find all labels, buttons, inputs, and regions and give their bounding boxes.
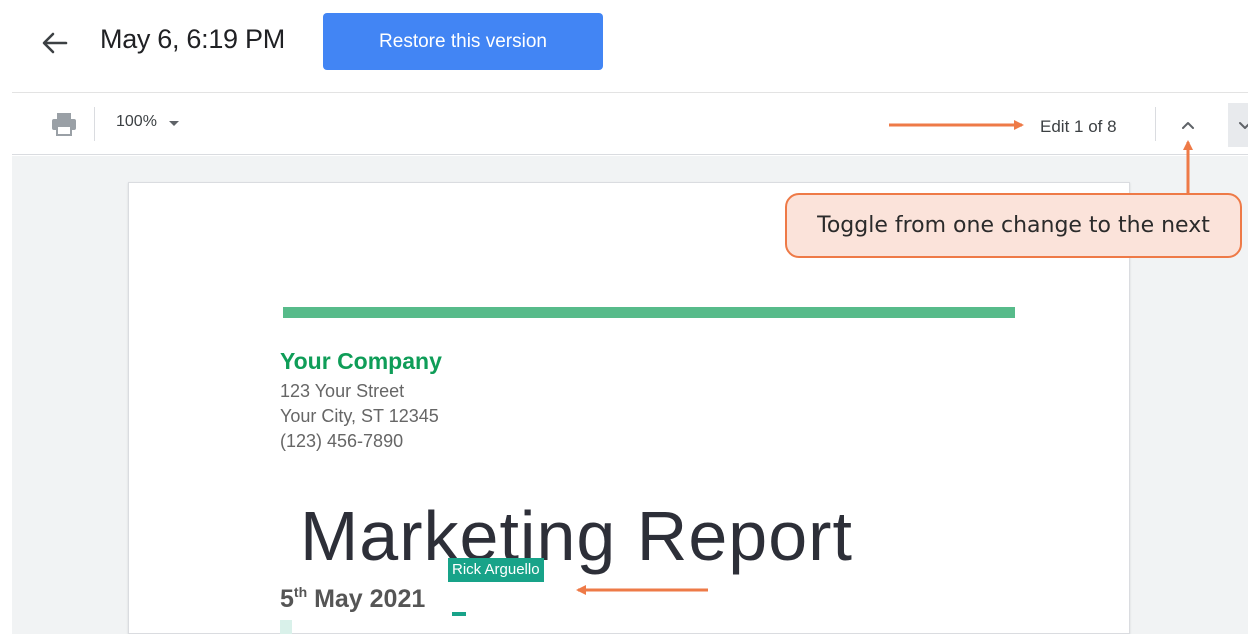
previous-edit-button[interactable] xyxy=(1172,109,1204,141)
date-day: 5 xyxy=(280,585,294,613)
address-street: 123 Your Street xyxy=(280,381,405,401)
edit-cursor-marker xyxy=(452,586,466,616)
zoom-select[interactable]: 100% xyxy=(116,113,179,131)
inserted-text-highlight xyxy=(280,620,292,634)
phone-number: (123) 456-7890 xyxy=(280,431,404,451)
chevron-down-icon xyxy=(1239,122,1248,129)
zoom-value: 100% xyxy=(116,113,157,130)
edit-author-tag: Rick Arguello xyxy=(448,558,544,582)
edit-counter: Edit 1 of 8 xyxy=(1040,117,1117,136)
date-suffix: th xyxy=(293,584,308,600)
toolbar-separator xyxy=(94,107,95,141)
caret-down-icon xyxy=(168,120,179,126)
restore-version-button[interactable]: Restore this version xyxy=(323,13,603,70)
version-timestamp: May 6, 6:19 PM xyxy=(100,24,285,54)
chevron-up-icon xyxy=(1182,122,1194,129)
annotation-callout: Toggle from one change to the next xyxy=(785,193,1242,258)
version-history-header: May 6, 6:19 PM Restore this version xyxy=(0,0,1248,86)
address-city: Your City, ST 12345 xyxy=(280,406,439,426)
back-arrow-icon[interactable] xyxy=(38,26,72,60)
toolbar-separator xyxy=(1155,107,1156,141)
next-edit-button[interactable] xyxy=(1228,103,1248,147)
printer-icon[interactable] xyxy=(50,111,78,137)
document-date: 5th May 2021 xyxy=(280,584,425,614)
toolbar: 100% Edit 1 of 8 xyxy=(12,93,1248,155)
company-name: Your Company xyxy=(280,348,442,374)
header-rule xyxy=(283,307,1015,318)
date-month-year: May 2021 xyxy=(307,585,426,613)
document-title: Marketing Report xyxy=(300,497,853,575)
